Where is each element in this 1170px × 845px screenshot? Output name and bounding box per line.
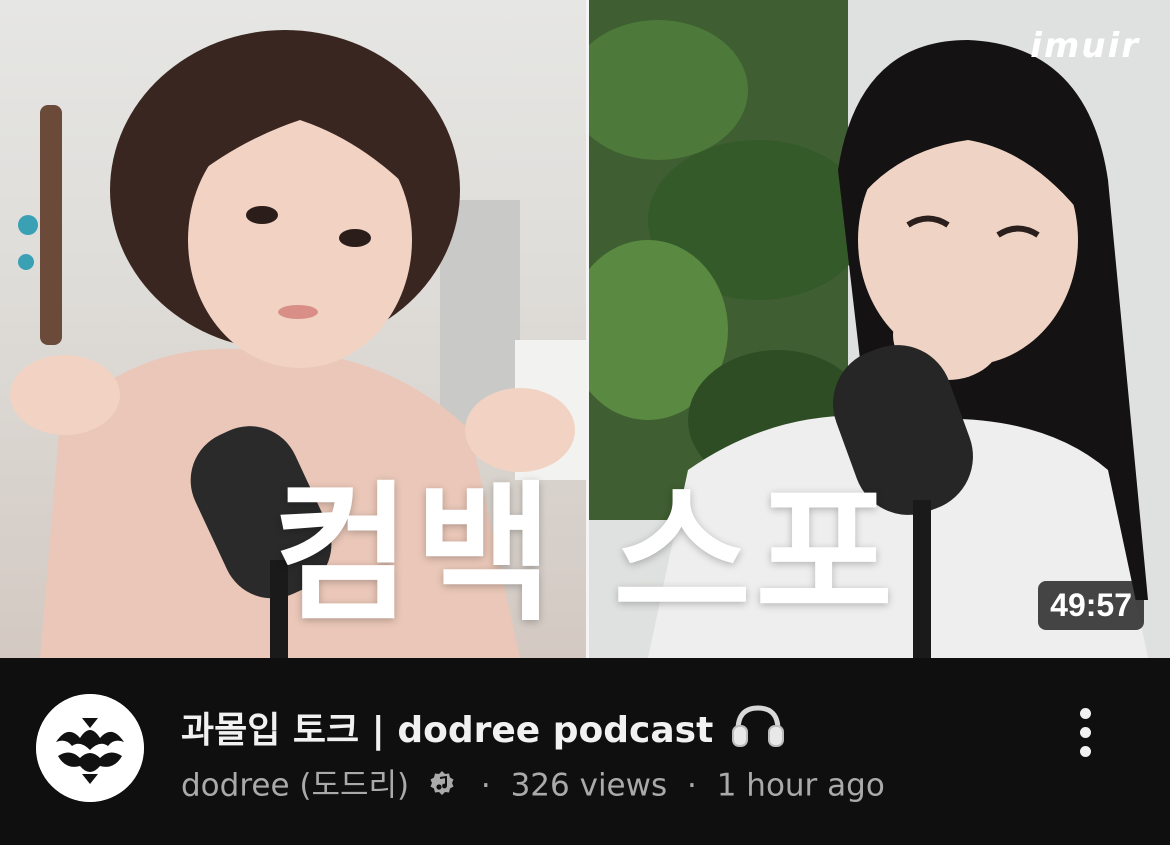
channel-logo-icon [36,694,144,802]
view-count: 326 views [510,767,668,804]
duration-badge: 49:57 [1038,581,1144,630]
video-title-text: 과몰입 토크 | dodree podcast [181,710,714,751]
upload-age: 1 hour ago [716,767,885,804]
brand-watermark: imuir [1030,26,1140,66]
meta-separator: · [687,767,697,804]
video-subtitle: dodree (도드리) · 326 views · 1 hour ago [181,764,885,806]
channel-name[interactable]: dodree (도드리) [181,768,409,804]
headphones-icon [730,702,786,760]
music-note-badge-icon [429,766,455,806]
channel-avatar[interactable] [36,694,144,802]
video-title[interactable]: 과몰입 토크 | dodree podcast [181,702,786,760]
more-vertical-icon[interactable] [1062,702,1110,762]
video-thumbnail[interactable]: imuir 컴백 스포 49:57 [0,0,1170,658]
meta-separator: · [480,767,491,804]
video-meta: 과몰입 토크 | dodree podcast dodree (도드리) · 3… [0,658,1170,845]
thumbnail-overlay-title: 컴백 스포 [272,468,898,642]
